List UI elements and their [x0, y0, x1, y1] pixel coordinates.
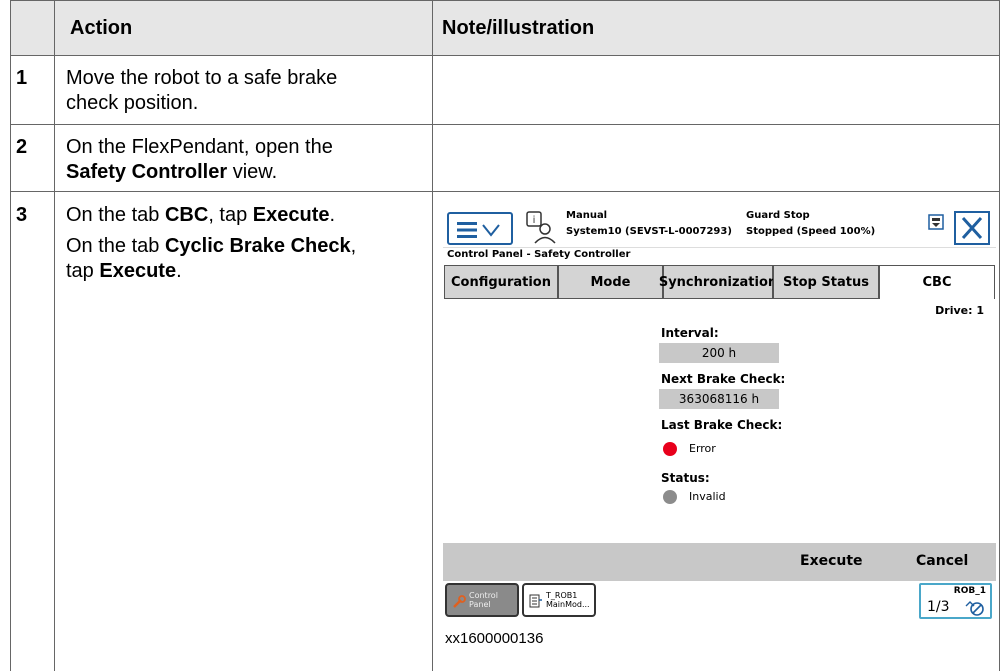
- system-text: System10 (SEVST-L-0007293): [566, 226, 732, 237]
- close-icon: [961, 216, 983, 240]
- invalid-status-dot: [663, 490, 677, 504]
- flexpendant-screenshot: i Manual System10 (SEVST-L-0007293) Guar…: [443, 208, 996, 621]
- tab-synchronization[interactable]: Synchronization: [659, 265, 777, 299]
- operator-info-icon[interactable]: i: [525, 210, 557, 244]
- increment-fraction: 1/3: [927, 599, 950, 615]
- guard-text: Guard Stop: [746, 210, 810, 221]
- abb-menu-button[interactable]: [447, 212, 513, 245]
- mechanical-unit-indicator[interactable]: ROB_1 1/3: [919, 583, 992, 619]
- status-value: Invalid: [689, 490, 726, 503]
- taskbar: Control Panel T_ROB1 MainMod... ROB_1 1/…: [443, 581, 996, 621]
- drive-label: Drive: 1: [935, 304, 984, 317]
- interval-value: 200 h: [659, 343, 779, 363]
- page-title: Control Panel - Safety Controller: [447, 249, 631, 260]
- step-2-text: On the FlexPendant, open the Safety Cont…: [66, 136, 333, 183]
- rob-label: ROB_1: [953, 586, 986, 596]
- tab-stop-status[interactable]: Stop Status: [773, 265, 879, 299]
- header-note: Note/illustration: [442, 17, 595, 39]
- header-action: Action: [70, 17, 133, 39]
- hotedit-icon[interactable]: [928, 214, 944, 230]
- next-brake-check-label: Next Brake Check:: [661, 372, 786, 386]
- speed-text: Stopped (Speed 100%): [746, 226, 876, 237]
- figure-caption: xx1600000136: [445, 630, 544, 647]
- mode-text: Manual: [566, 210, 608, 221]
- tab-mode[interactable]: Mode: [558, 265, 663, 299]
- status-bar: i Manual System10 (SEVST-L-0007293) Guar…: [443, 208, 996, 248]
- next-brake-check-value: 363068116 h: [659, 389, 779, 409]
- step-number: 2: [16, 136, 28, 158]
- last-brake-check-value: Error: [689, 442, 716, 455]
- cancel-button[interactable]: Cancel: [916, 553, 968, 569]
- incremental-mode-icon: [965, 601, 984, 616]
- wrench-icon: [453, 595, 466, 608]
- taskbar-control-panel[interactable]: Control Panel: [445, 583, 519, 617]
- step-number: 1: [16, 67, 28, 89]
- command-bar: Execute Cancel: [443, 543, 996, 581]
- step-1-text: Move the robot to a safe brake check pos…: [66, 67, 338, 114]
- tab-cbc[interactable]: CBC: [879, 265, 995, 299]
- execute-button[interactable]: Execute: [800, 553, 863, 569]
- menu-icon: [457, 222, 500, 238]
- status-label: Status:: [661, 471, 710, 485]
- close-button[interactable]: [954, 211, 990, 245]
- interval-label: Interval:: [661, 326, 719, 340]
- svg-text:i: i: [533, 215, 536, 226]
- tab-bar: Configuration Mode Synchronization Stop …: [443, 265, 996, 299]
- tab-configuration[interactable]: Configuration: [444, 265, 558, 299]
- step-number: 3: [16, 204, 28, 226]
- error-status-dot: [663, 442, 677, 456]
- step-3-text: On the tab CBC, tap Execute. On the tab …: [66, 204, 357, 282]
- last-brake-check-label: Last Brake Check:: [661, 418, 783, 432]
- program-editor-icon: [529, 594, 542, 608]
- taskbar-program-editor[interactable]: T_ROB1 MainMod...: [522, 583, 596, 617]
